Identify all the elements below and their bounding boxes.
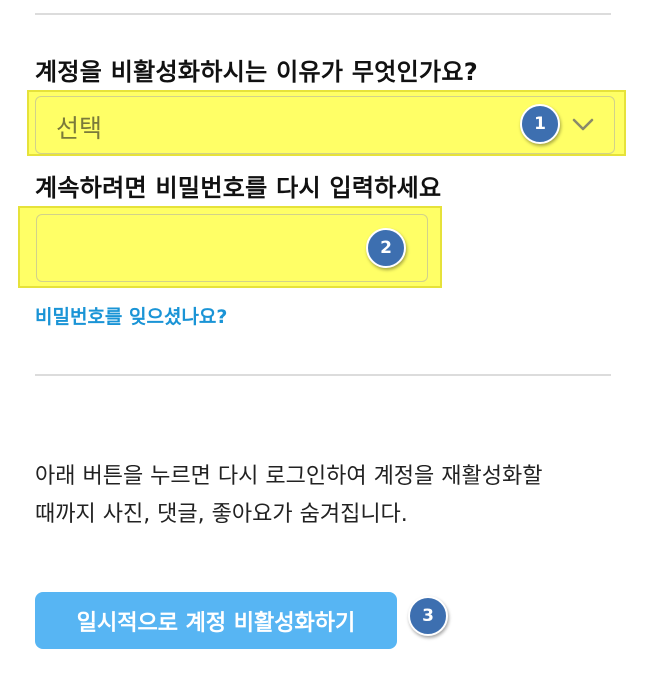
- step-badge-3: 3: [408, 596, 448, 636]
- top-divider: [35, 13, 611, 15]
- deactivate-button[interactable]: 일시적으로 계정 비활성화하기: [35, 592, 397, 649]
- deactivation-info: 아래 버튼을 누르면 다시 로그인하여 계정을 재활성화할 때까지 사진, 댓글…: [35, 458, 615, 534]
- info-line-2: 때까지 사진, 댓글, 좋아요가 숨겨집니다.: [35, 502, 408, 527]
- forgot-password-link[interactable]: 비밀번호를 잊으셨나요?: [35, 302, 227, 329]
- password-label: 계속하려면 비밀번호를 다시 입력하세요: [35, 174, 442, 202]
- middle-divider: [35, 374, 611, 376]
- step-badge-2: 2: [366, 228, 406, 268]
- step-badge-1: 1: [520, 104, 560, 144]
- reason-select-value: 선택: [56, 114, 103, 143]
- reason-label: 계정을 비활성화하시는 이유가 무엇인가요?: [35, 58, 479, 86]
- chevron-down-icon: [572, 118, 594, 131]
- info-line-1: 아래 버튼을 누르면 다시 로그인하여 계정을 재활성화할: [35, 464, 543, 489]
